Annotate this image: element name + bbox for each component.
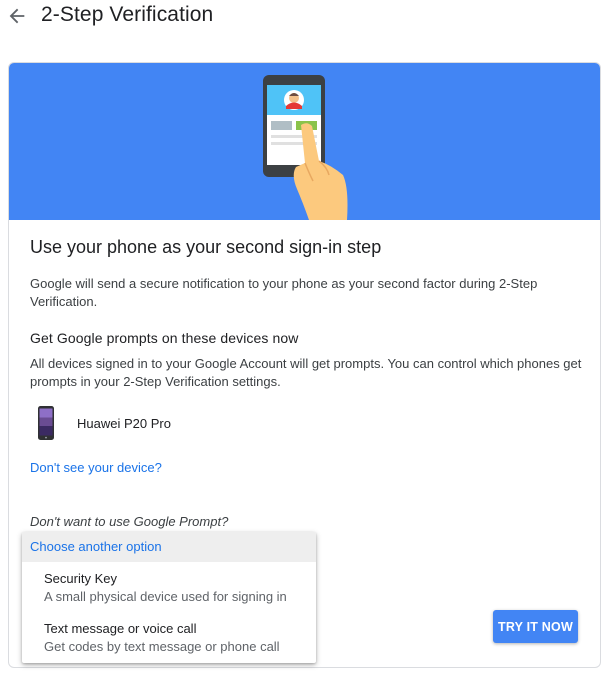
arrow-left-icon xyxy=(9,8,25,24)
banner-illustration xyxy=(9,63,600,220)
devices-description: All devices signed in to your Google Acc… xyxy=(30,356,582,389)
menu-item-title: Text message or voice call xyxy=(44,621,197,636)
page-header: 2-Step Verification xyxy=(0,0,612,34)
card-title: Use your phone as your second sign-in st… xyxy=(30,237,382,257)
menu-item-title: Security Key xyxy=(44,571,117,586)
card-description: Google will send a secure notification t… xyxy=(30,276,538,309)
device-list-item: Huawei P20 Pro xyxy=(35,406,335,440)
choose-another-option-header[interactable]: Choose another option xyxy=(22,532,316,562)
smartphone-icon xyxy=(35,406,57,440)
menu-item-subtitle: A small physical device used for signing… xyxy=(44,589,287,604)
choose-option-menu: Choose another option Security Key A sma… xyxy=(22,532,316,663)
page-title: 2-Step Verification xyxy=(41,3,214,26)
try-it-now-button[interactable]: TRY IT NOW xyxy=(493,610,578,643)
menu-item-security-key[interactable]: Security Key A small physical device use… xyxy=(22,563,316,611)
missing-device-link[interactable]: Don't see your device? xyxy=(30,460,162,475)
devices-subheading: Get Google prompts on these devices now xyxy=(30,330,299,346)
menu-item-subtitle: Get codes by text message or phone call xyxy=(44,639,280,654)
menu-header-label: Choose another option xyxy=(30,539,162,554)
back-button[interactable] xyxy=(6,5,28,27)
menu-item-text-or-call[interactable]: Text message or voice call Get codes by … xyxy=(22,613,316,661)
alternative-question: Don't want to use Google Prompt? xyxy=(30,514,229,529)
device-name: Huawei P20 Pro xyxy=(77,416,171,431)
